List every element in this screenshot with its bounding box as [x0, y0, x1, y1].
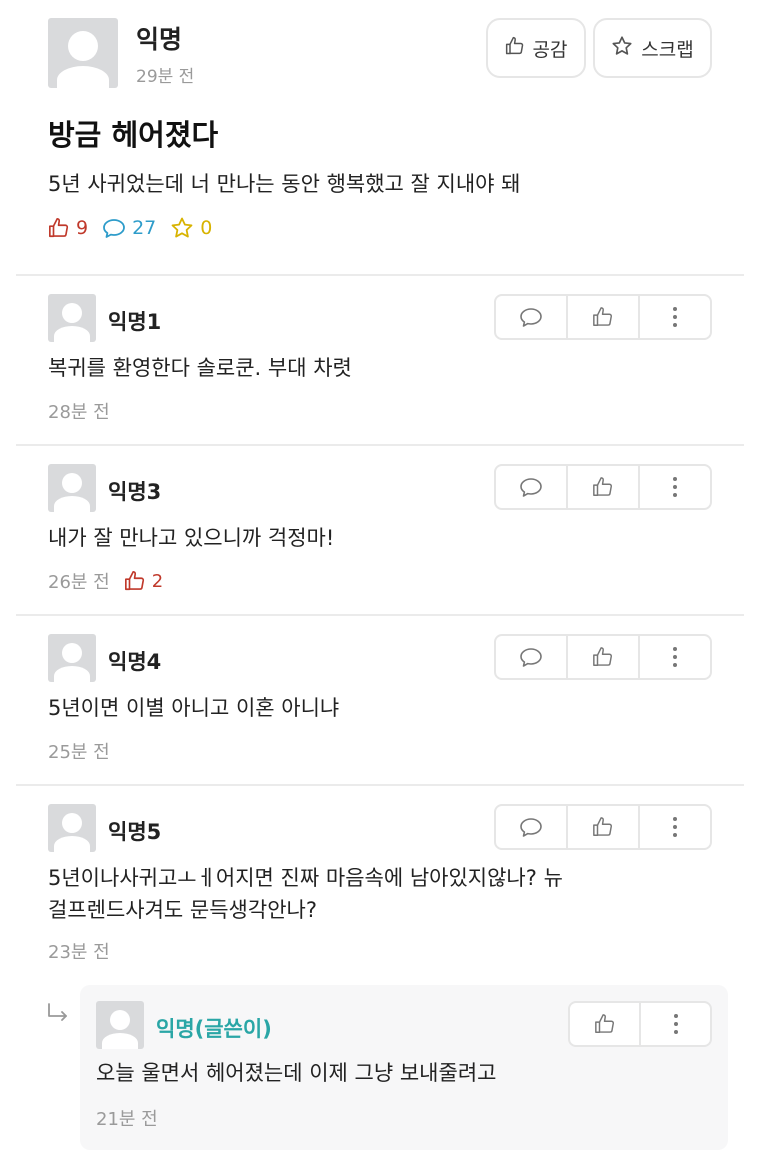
more-menu-button[interactable]: [640, 466, 710, 508]
comment-text: 5년이나사귀고ㅗㅔ어지면 진짜 마음속에 남아있지않나? 뉴 걸프렌드사겨도 문…: [48, 862, 688, 926]
post-title: 방금 헤어졌다: [48, 118, 219, 152]
thumbs-up-icon: [593, 817, 612, 836]
comment-time: 28분 전: [48, 402, 110, 423]
reply-button[interactable]: [496, 296, 568, 338]
reply-avatar: [96, 1001, 144, 1049]
comment-text: 내가 잘 만나고 있으니까 걱정마!: [48, 526, 335, 550]
comment-icon: [103, 219, 125, 238]
comment-actions: [494, 294, 712, 340]
scrap-button-label: 스크랩: [641, 38, 694, 61]
more-vertical-icon: [673, 647, 677, 667]
comment-icon: [520, 648, 542, 667]
more-vertical-icon: [673, 1014, 678, 1034]
thumbs-up-icon: [505, 36, 525, 61]
more-vertical-icon: [673, 477, 677, 497]
comment-icon: [520, 478, 542, 497]
thumbs-up-icon: [593, 647, 612, 666]
comment-like-button[interactable]: [568, 806, 640, 848]
thumbs-up-icon: [593, 477, 612, 496]
more-menu-button[interactable]: [640, 636, 710, 678]
comment-icon: [520, 308, 542, 327]
divider: [16, 614, 744, 616]
comment-like-button[interactable]: [568, 296, 640, 338]
comment-time: 25분 전: [48, 742, 110, 763]
comment-like-count: 2: [124, 570, 163, 592]
comment-like-button[interactable]: [568, 466, 640, 508]
like-button[interactable]: 공감: [486, 18, 586, 78]
reply-time: 21분 전: [96, 1109, 158, 1130]
comment-actions: [494, 804, 712, 850]
comment-author: 익명3: [108, 480, 162, 504]
comment-avatar: [48, 464, 96, 512]
comment-text: 복귀를 환영한다 솔로쿤. 부대 차렷: [48, 356, 352, 380]
comment-author: 익명4: [108, 650, 162, 674]
comment-count: 27: [132, 217, 157, 239]
divider: [16, 444, 744, 446]
comment-time-row: 23분 전: [48, 938, 110, 964]
reply-arrow-icon: [48, 1003, 67, 1021]
comment-avatar: [48, 294, 96, 342]
comment-actions: [494, 464, 712, 510]
comment-avatar: [48, 634, 96, 682]
reply-text: 오늘 울면서 헤어졌는데 이제 그냥 보내줄려고: [96, 1061, 497, 1085]
post-time: 29분 전: [136, 67, 195, 87]
more-vertical-icon: [673, 307, 677, 327]
thumbs-up-icon: [124, 571, 144, 591]
comment-time-row: 26분 전 2: [48, 568, 163, 594]
scrap-stat: 0: [170, 216, 212, 240]
reply-button[interactable]: [496, 466, 568, 508]
divider: [16, 274, 744, 276]
reply-actions: [568, 1001, 712, 1047]
post-body: 5년 사귀었는데 너 만나는 동안 행복했고 잘 지내야 돼: [48, 172, 521, 196]
comment-time: 23분 전: [48, 942, 110, 963]
post-author: 익명: [136, 25, 183, 54]
reply-item: 익명(글쓴이) 오늘 울면서 헤어졌는데 이제 그냥 보내줄려고 21분 전: [80, 985, 728, 1150]
thumbs-up-icon: [594, 1014, 614, 1033]
comment-like-number: 2: [151, 570, 164, 592]
divider: [16, 784, 744, 786]
thumbs-up-icon: [49, 218, 69, 238]
comment-icon: [520, 818, 542, 837]
star-icon: [171, 217, 193, 238]
more-menu-button[interactable]: [641, 1003, 710, 1045]
comment-time-row: 28분 전: [48, 398, 110, 424]
reply-button[interactable]: [496, 636, 568, 678]
comment-like-button[interactable]: [568, 636, 640, 678]
author-avatar: [48, 18, 118, 88]
comment-author: 익명5: [108, 820, 162, 844]
more-vertical-icon: [673, 817, 677, 837]
reply-like-button[interactable]: [570, 1003, 641, 1045]
comment-avatar: [48, 804, 96, 852]
comment-actions: [494, 634, 712, 680]
comment-author: 익명1: [108, 310, 162, 334]
post-stats: 9 27 0: [48, 216, 226, 240]
thumbs-up-icon: [593, 307, 612, 326]
reply-author: 익명(글쓴이): [156, 1017, 272, 1041]
star-icon: [611, 35, 633, 62]
like-count: 9: [76, 217, 89, 239]
scrap-count: 0: [200, 217, 213, 239]
comment-time-row: 25분 전: [48, 738, 110, 764]
comment-stat: 27: [102, 217, 156, 239]
more-menu-button[interactable]: [640, 806, 710, 848]
scrap-button[interactable]: 스크랩: [593, 18, 712, 78]
comment-text-line: 5년이나사귀고ㅗㅔ어지면 진짜 마음속에 남아있지않나? 뉴: [48, 866, 563, 890]
like-button-label: 공감: [532, 38, 568, 61]
reply-button[interactable]: [496, 806, 568, 848]
comment-text-line: 걸프렌드사겨도 문득생각안나?: [48, 898, 317, 922]
comment-time: 26분 전: [48, 572, 110, 593]
reply-time-row: 21분 전: [96, 1105, 158, 1131]
comment-text: 5년이면 이별 아니고 이혼 아니냐: [48, 696, 340, 720]
like-stat: 9: [48, 217, 88, 239]
more-menu-button[interactable]: [640, 296, 710, 338]
